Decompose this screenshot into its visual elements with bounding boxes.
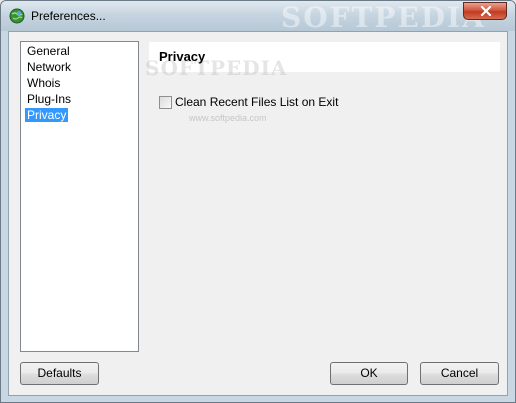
close-icon bbox=[480, 6, 492, 16]
category-item-network[interactable]: Network bbox=[25, 60, 73, 74]
defaults-button[interactable]: Defaults bbox=[20, 362, 99, 385]
cancel-button[interactable]: Cancel bbox=[420, 362, 499, 385]
panel-title: Privacy bbox=[159, 49, 206, 64]
category-item-general[interactable]: General bbox=[25, 44, 72, 58]
window-title: Preferences... bbox=[31, 9, 106, 23]
watermark-text: SOFTPEDIA bbox=[281, 1, 486, 34]
clean-recent-files-option[interactable]: Clean Recent Files List on Exit bbox=[159, 94, 338, 110]
watermark-url: www.softpedia.com bbox=[189, 113, 267, 123]
category-list[interactable]: General Network Whois Plug-Ins Privacy bbox=[20, 41, 139, 352]
category-item-plug-ins[interactable]: Plug-Ins bbox=[25, 92, 73, 106]
category-item-whois[interactable]: Whois bbox=[25, 76, 62, 90]
app-globe-icon bbox=[9, 8, 25, 24]
dialog-client-area: General Network Whois Plug-Ins Privacy S… bbox=[8, 31, 508, 396]
title-bar[interactable]: Preferences... SOFTPEDIA bbox=[1, 1, 515, 34]
ok-button[interactable]: OK bbox=[330, 362, 408, 385]
close-button[interactable] bbox=[463, 2, 507, 20]
panel-header: SOFTPEDIA Privacy bbox=[145, 42, 500, 80]
category-item-privacy[interactable]: Privacy bbox=[25, 108, 69, 122]
preferences-window: Preferences... SOFTPEDIA General Network… bbox=[0, 0, 516, 403]
clean-recent-files-checkbox[interactable] bbox=[159, 95, 172, 109]
clean-recent-files-label[interactable]: Clean Recent Files List on Exit bbox=[175, 95, 338, 109]
